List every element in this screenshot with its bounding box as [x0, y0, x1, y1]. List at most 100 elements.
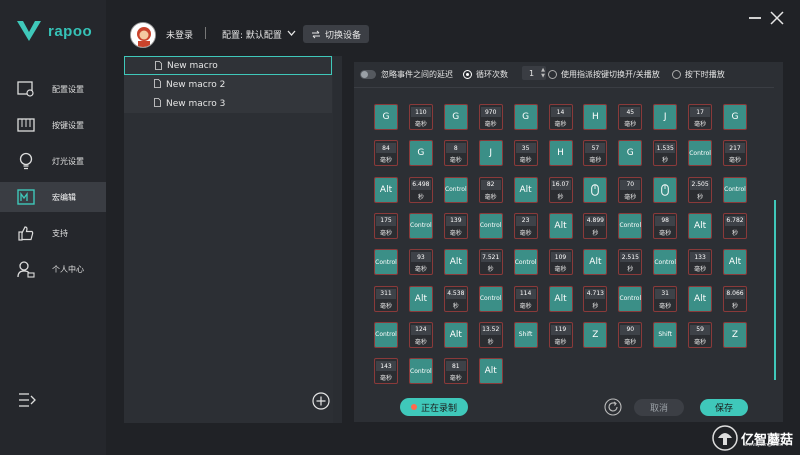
- delay-event[interactable]: 8 毫秒: [443, 140, 468, 167]
- sidebar-item-lighting[interactable]: 灯光设置: [0, 146, 106, 176]
- login-status[interactable]: 未登录: [166, 28, 193, 41]
- delay-event[interactable]: 57 毫秒: [583, 140, 608, 167]
- delay-event[interactable]: 6.498 秒: [408, 176, 433, 203]
- profile-select[interactable]: 配置: 默认配置: [222, 28, 282, 41]
- sidebar-item-support[interactable]: 支持: [0, 218, 106, 248]
- toggle-play-radio[interactable]: [548, 69, 557, 79]
- key-event[interactable]: Control: [374, 321, 398, 348]
- delay-event[interactable]: 90 毫秒: [618, 321, 643, 348]
- delay-event[interactable]: 2.515 秒: [618, 249, 643, 276]
- delay-event[interactable]: 311 毫秒: [374, 285, 398, 312]
- switch-device-button[interactable]: 切换设备: [303, 25, 369, 43]
- key-event[interactable]: J: [653, 104, 678, 130]
- key-event[interactable]: Z: [723, 321, 747, 348]
- delay-event[interactable]: 4.899 秒: [583, 212, 608, 239]
- minimize-icon[interactable]: [749, 17, 761, 19]
- save-button[interactable]: 保存: [700, 399, 748, 416]
- delay-event[interactable]: 59 毫秒: [688, 321, 713, 348]
- key-event[interactable]: Control: [443, 176, 468, 203]
- delay-event[interactable]: 114 毫秒: [513, 285, 538, 312]
- delay-event[interactable]: 143 毫秒: [374, 358, 398, 385]
- collapse-menu-icon[interactable]: [18, 392, 36, 408]
- avatar[interactable]: [130, 22, 156, 48]
- key-event[interactable]: Alt: [723, 249, 747, 276]
- key-event[interactable]: Alt: [688, 285, 713, 312]
- key-event[interactable]: Z: [583, 321, 608, 348]
- key-event[interactable]: Control: [478, 285, 503, 312]
- delay-event[interactable]: 7.521 秒: [478, 249, 503, 276]
- key-event[interactable]: Alt: [548, 212, 573, 239]
- key-event[interactable]: Control: [653, 249, 678, 276]
- loop-count-stepper[interactable]: 1 ▲ ▼: [522, 66, 546, 80]
- cancel-button[interactable]: 取消: [634, 399, 684, 416]
- key-event[interactable]: Control: [513, 249, 538, 276]
- macro-item[interactable]: New macro: [124, 56, 332, 75]
- delay-event[interactable]: 16.07 秒: [548, 176, 573, 203]
- delay-event[interactable]: 124 毫秒: [408, 321, 433, 348]
- key-event[interactable]: Control: [618, 212, 643, 239]
- delay-event[interactable]: 70 毫秒: [618, 176, 643, 203]
- delay-event[interactable]: 14 毫秒: [548, 104, 573, 130]
- key-event[interactable]: Alt: [548, 285, 573, 312]
- refresh-icon[interactable]: [604, 398, 622, 416]
- delay-event[interactable]: 4.538 秒: [443, 285, 468, 312]
- delay-event[interactable]: 17 毫秒: [688, 104, 713, 130]
- key-event[interactable]: Control: [618, 285, 643, 312]
- delay-event[interactable]: 13.52 秒: [478, 321, 503, 348]
- macro-item[interactable]: New macro 3: [124, 94, 332, 113]
- sidebar-item-macro[interactable]: 宏编辑: [0, 182, 106, 212]
- delay-event[interactable]: 84 毫秒: [374, 140, 398, 167]
- delay-event[interactable]: 2.505 秒: [688, 176, 713, 203]
- stepper-arrows-icon[interactable]: ▲ ▼: [541, 67, 545, 79]
- key-event[interactable]: Shift: [513, 321, 538, 348]
- macro-item[interactable]: New macro 2: [124, 75, 332, 94]
- delay-event[interactable]: 4.713 秒: [583, 285, 608, 312]
- key-event[interactable]: G: [374, 104, 398, 130]
- key-event[interactable]: Alt: [443, 321, 468, 348]
- delay-event[interactable]: 110 毫秒: [408, 104, 433, 130]
- delay-event[interactable]: 119 毫秒: [548, 321, 573, 348]
- key-event[interactable]: Alt: [478, 358, 503, 385]
- delay-event[interactable]: 23 毫秒: [513, 212, 538, 239]
- delay-event[interactable]: 6.782 秒: [723, 212, 747, 239]
- sidebar-item-keys[interactable]: 按键设置: [0, 110, 106, 140]
- delay-event[interactable]: 82 毫秒: [478, 176, 503, 203]
- key-event[interactable]: Alt: [583, 249, 608, 276]
- key-event[interactable]: H: [548, 140, 573, 167]
- key-event[interactable]: Alt: [408, 285, 433, 312]
- delay-event[interactable]: 35 毫秒: [513, 140, 538, 167]
- key-event[interactable]: Alt: [374, 176, 398, 203]
- key-event[interactable]: Control: [723, 176, 747, 203]
- ignore-delay-toggle[interactable]: [360, 69, 376, 79]
- key-event[interactable]: Shift: [653, 321, 678, 348]
- sidebar-item-config[interactable]: 配置设置: [0, 74, 106, 104]
- delay-event[interactable]: 175 毫秒: [374, 212, 398, 239]
- macro-list-scrollbar[interactable]: [333, 56, 342, 423]
- key-event[interactable]: Alt: [688, 212, 713, 239]
- delay-event[interactable]: 133 毫秒: [688, 249, 713, 276]
- key-event[interactable]: Control: [478, 212, 503, 239]
- key-event[interactable]: Control: [408, 212, 433, 239]
- key-event[interactable]: Control: [408, 358, 433, 385]
- key-event[interactable]: Alt: [443, 249, 468, 276]
- key-event[interactable]: Control: [688, 140, 713, 167]
- key-event[interactable]: Alt: [513, 176, 538, 203]
- record-button[interactable]: 正在录制: [400, 398, 468, 416]
- close-icon[interactable]: [770, 11, 784, 25]
- delay-event[interactable]: 81 毫秒: [443, 358, 468, 385]
- key-event[interactable]: G: [443, 104, 468, 130]
- delay-event[interactable]: 217 毫秒: [723, 140, 747, 167]
- delay-event[interactable]: 139 毫秒: [443, 212, 468, 239]
- key-event[interactable]: J: [478, 140, 503, 167]
- key-event[interactable]: G: [618, 140, 643, 167]
- key-event[interactable]: G: [408, 140, 433, 167]
- event-grid-scrollbar[interactable]: [774, 200, 776, 380]
- sidebar-item-profile[interactable]: 个人中心: [0, 254, 106, 284]
- delay-event[interactable]: 45 毫秒: [618, 104, 643, 130]
- hold-play-radio[interactable]: [671, 69, 681, 79]
- delay-event[interactable]: 93 毫秒: [408, 249, 433, 276]
- add-macro-icon[interactable]: [312, 392, 330, 410]
- delay-event[interactable]: 31 毫秒: [653, 285, 678, 312]
- key-event[interactable]: G: [723, 104, 747, 130]
- delay-event[interactable]: 109 毫秒: [548, 249, 573, 276]
